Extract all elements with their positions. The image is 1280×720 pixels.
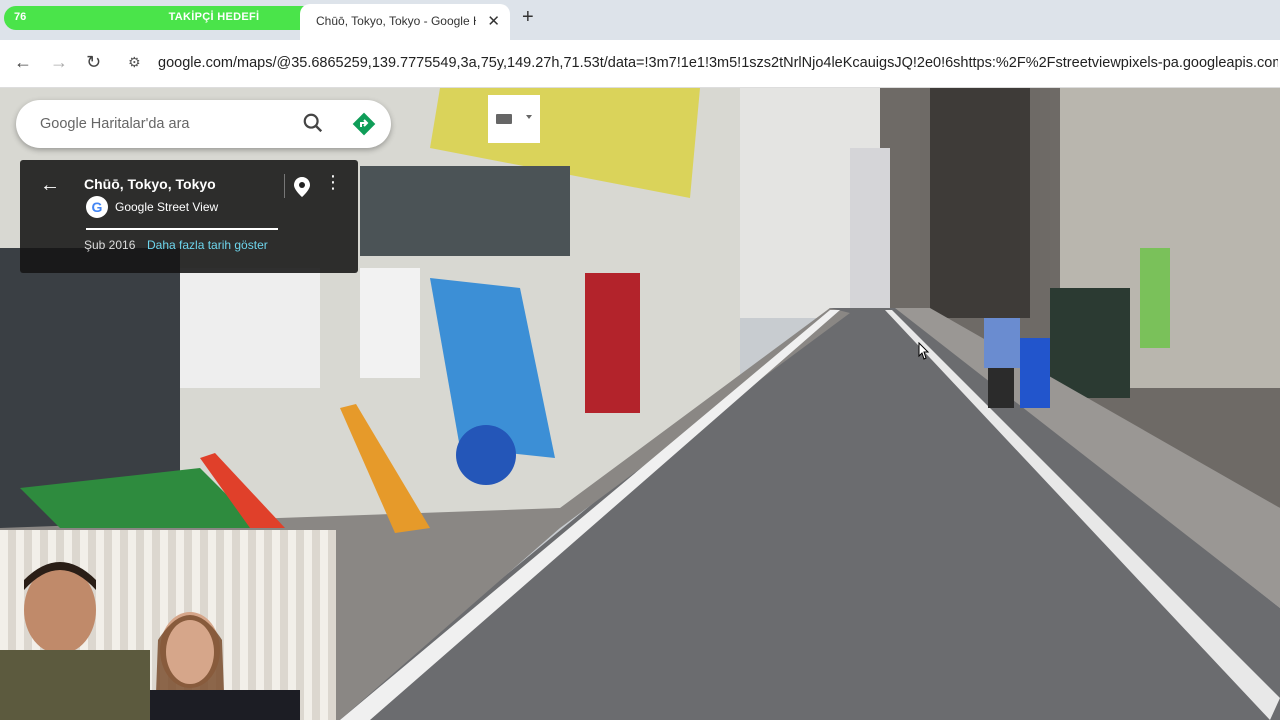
capture-date: Şub 2016 [84, 238, 136, 252]
keyboard-icon [496, 114, 532, 124]
divider [86, 228, 278, 230]
google-logo: G [86, 196, 108, 218]
plus-icon[interactable]: + [522, 6, 534, 29]
back-arrow-icon[interactable]: ← [40, 174, 60, 197]
provider-label: Google Street View [115, 200, 219, 214]
close-icon[interactable]: ✕ [487, 12, 500, 30]
pin-icon[interactable] [292, 176, 312, 198]
browser-tab[interactable]: Chūō, Tokyo, Tokyo - Google H ✕ [300, 4, 510, 40]
street-view[interactable]: Google Haritalar'da ara ← Chūō, Tokyo, T… [0, 88, 1280, 720]
search-icon[interactable] [302, 112, 324, 134]
address-bar[interactable]: google.com/maps/@35.6865259,139.7775549,… [158, 55, 1278, 71]
more-icon[interactable]: ⋮ [324, 173, 342, 191]
search-box[interactable]: Google Haritalar'da ara [16, 100, 391, 148]
tab-title: Chūō, Tokyo, Tokyo - Google H [316, 14, 476, 28]
reload-icon[interactable]: ↻ [86, 52, 101, 73]
tab-bar: 76 TAKİPÇİ HEDEFİ 100 Chūō, Tokyo, Tokyo… [0, 0, 1280, 40]
directions-icon[interactable] [352, 112, 376, 136]
site-info-icon[interactable]: ⚙ [128, 54, 141, 71]
divider [284, 174, 285, 198]
browser-toolbar: ← → ↻ ⚙ google.com/maps/@35.6865259,139.… [0, 40, 1280, 88]
cursor-icon [918, 342, 930, 360]
forward-arrow-icon[interactable]: → [50, 52, 68, 73]
webcam-overlay [0, 530, 336, 720]
keyboard-button[interactable] [488, 95, 540, 143]
search-input[interactable]: Google Haritalar'da ara [40, 116, 189, 132]
location-title: Chūō, Tokyo, Tokyo [84, 176, 216, 192]
more-dates-link[interactable]: Daha fazla tarih göster [147, 238, 268, 252]
back-arrow-icon[interactable]: ← [14, 52, 32, 73]
location-card: ← Chūō, Tokyo, Tokyo ⋮ G Google Street V… [20, 160, 358, 273]
